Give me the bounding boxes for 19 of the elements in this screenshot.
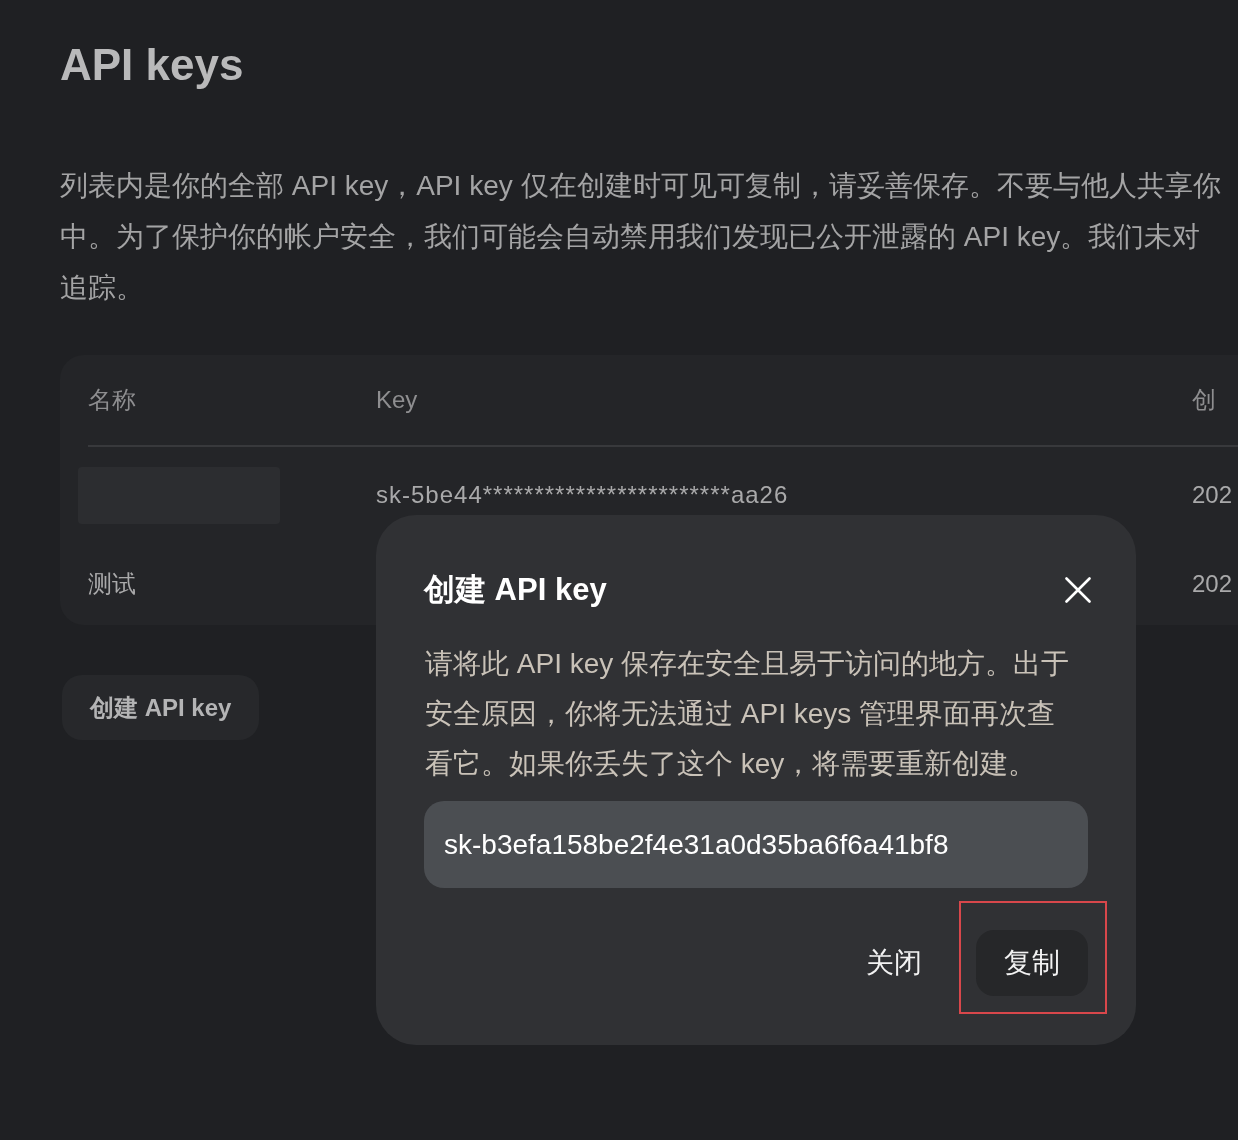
close-text-button[interactable]: 关闭 xyxy=(840,930,948,996)
page-title: API keys xyxy=(60,39,244,91)
table-cell: 202 xyxy=(1192,570,1233,598)
description-line: 中。为了保护你的帐户安全，我们可能会自动禁用我们发现已公开泄露的 API key。我们未对 xyxy=(60,220,1201,254)
dialog-title: 创建 API key xyxy=(424,571,607,609)
column-header: 创 xyxy=(1192,385,1216,415)
column-header: Key xyxy=(376,386,418,414)
copy-button[interactable]: 复制 xyxy=(976,930,1088,996)
api-key-field[interactable]: sk-b3efa158be2f4e31a0d35ba6f6a41bf8 xyxy=(424,801,1088,888)
description-line: 追踪。 xyxy=(60,271,144,305)
description-line: 列表内是你的全部 API key，API key 仅在创建时可见可复制，请妥善保存。不要与他人共享你 xyxy=(60,169,1221,203)
key-name-cell-text: 测试 xyxy=(88,569,136,599)
dialog-message: 请将此 API key 保存在安全且易于访问的地方。出于安全原因，你将无法通过 API keys 管理界面再次查看它。如果你丢失了这个 key，将需要重新创建。 xyxy=(425,647,1071,781)
column-header: 名称 xyxy=(88,385,136,415)
masked-key-cell: sk-5be44************************aa26 xyxy=(376,481,789,509)
table-cell: 202 xyxy=(1192,481,1233,509)
close-button[interactable] xyxy=(1065,577,1091,603)
close-icon xyxy=(1065,577,1091,603)
create-key-button[interactable]: 创建 API key xyxy=(62,675,260,740)
